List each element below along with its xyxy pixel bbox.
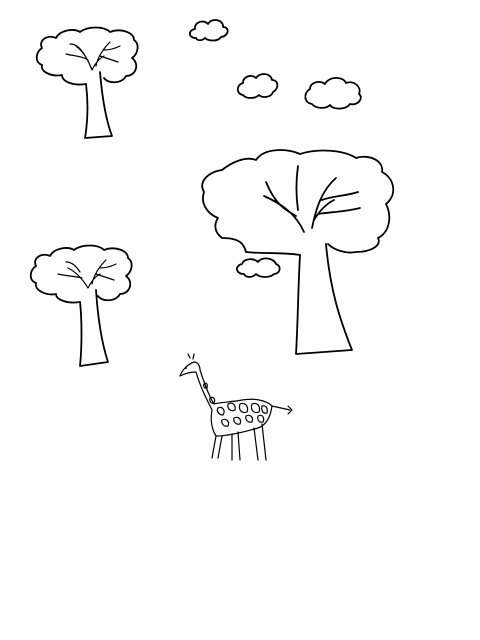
cloud-middle bbox=[236, 73, 279, 99]
tree-mid-left bbox=[29, 244, 133, 367]
tree-top-left bbox=[35, 26, 139, 139]
cloud-small-top bbox=[188, 19, 229, 42]
line-drawing bbox=[29, 19, 395, 461]
tree-large-center bbox=[201, 149, 395, 355]
giraffe bbox=[179, 353, 293, 461]
drawing-canvas bbox=[0, 0, 480, 640]
cloud-right bbox=[304, 76, 362, 110]
